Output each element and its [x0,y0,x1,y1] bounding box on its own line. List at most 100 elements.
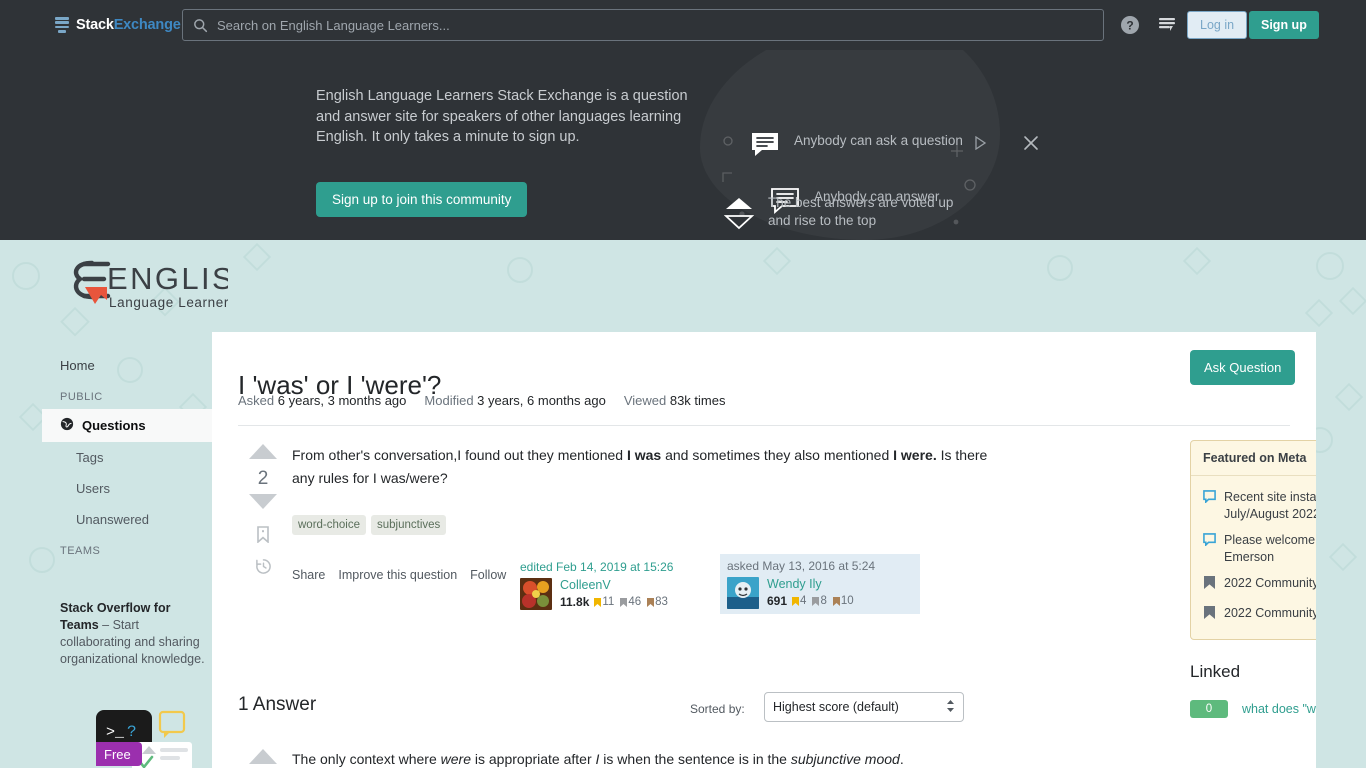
meta-list-item[interactable]: Recent site instability, major outages –… [1203,484,1316,527]
site-logo[interactable]: ENGLISH Language Learners [58,253,258,323]
meta-list-item[interactable]: 2022 Community Moderator Election Result… [1203,570,1316,600]
tag-subjunctives[interactable]: subjunctives [371,515,447,535]
silver-badge-icon [812,596,820,606]
asker-bronze-count: 10 [840,595,854,607]
meta-list-item[interactable]: 2022 Community Moderator Election [1203,600,1316,630]
sidebar-section-teams: TEAMS [60,545,101,557]
site-logo-sub: Language Learners [109,295,228,310]
help-icon[interactable]: ? [1118,13,1142,37]
featured-on-meta-box: Featured on Meta Recent site instability… [1190,440,1316,640]
answer-em3: subjunctive mood [790,751,900,767]
search-input[interactable] [215,11,1103,39]
header-divider [238,425,1290,426]
meta-list-item-label: Please welcome Valued Associate #1301 - … [1224,533,1316,564]
answer-part4: . [899,751,904,767]
search-bar[interactable] [182,9,1104,41]
question-body: From other's conversation,I found out th… [292,444,992,490]
asker-silver-count: 8 [820,595,827,607]
play-triangle-icon[interactable] [974,135,987,151]
editor-reputation: 11.8k 11 46 83 [560,595,672,609]
hero-description: English Language Learners Stack Exchange… [316,88,688,145]
sidebar-item-tags[interactable]: Tags [42,442,212,473]
corner-decoration [722,172,732,182]
stat-viewed-label: Viewed [623,393,667,408]
avatar[interactable] [727,577,759,609]
question-body-bold1: I was [626,447,662,463]
circle-decoration [723,136,733,146]
tag-word-choice[interactable]: word-choice [292,515,366,535]
featured-on-meta-heading: Featured on Meta [1191,441,1316,476]
editor-silver-count: 46 [628,596,642,608]
bg-decoration [1316,252,1344,280]
editor-info: ColleenV 11.8k 11 46 83 [560,578,672,609]
bg-decoration [1328,542,1358,572]
silver-badge-group: 8 [812,595,827,607]
asked-date: asked May 13, 2016 at 5:24 [727,559,876,573]
bg-decoration [1338,286,1366,316]
arrow-up-icon[interactable] [240,442,286,466]
sidebar-item-home[interactable]: Home [42,350,212,381]
meta-list-item-label: 2022 Community Moderator Election Result… [1224,576,1316,590]
linked-list-item[interactable]: 0 what does "were to" here mean? [1190,696,1316,722]
hero-feature-vote: The best answers are voted up and rise t… [723,194,974,235]
asker-row: Wendy Ily 691 4 8 10 [727,577,913,609]
sort-select[interactable]: Highest score (default) [764,692,964,722]
close-icon[interactable] [1022,134,1040,152]
hero-feature-ask-label: Anybody can ask a question [794,133,963,148]
signup-hero-banner: English Language Learners Stack Exchange… [0,50,1366,240]
stack-exchange-logo[interactable]: StackExchange [55,0,181,50]
gold-badge-group: 11 [594,596,614,608]
inbox-icon[interactable] [1155,13,1179,37]
follow-link[interactable]: Follow [470,568,506,582]
linked-title: what does "were to" here mean? [1242,702,1316,716]
ask-question-button[interactable]: Ask Question [1190,350,1296,385]
speech-bubble-icon [1203,490,1216,522]
question-vote-cell: 2 [240,442,286,580]
hero-signup-button[interactable]: Sign up to join this community [316,182,528,217]
svg-text:?: ? [127,723,137,741]
asker-gold-count: 4 [800,595,807,607]
editor-name[interactable]: ColleenV [560,578,672,593]
site-logo-main: ENGLISH [107,261,228,296]
sidebar-item-questions-label: Questions [82,418,146,433]
logo-exchange-text: Exchange [113,17,181,33]
editor-row: ColleenV 11.8k 11 46 83 [520,578,720,610]
linked-heading: Linked [1190,662,1241,681]
bronze-badge-icon [647,597,655,607]
arrow-up-icon[interactable] [240,747,286,768]
asker-name[interactable]: Wendy Ily [767,577,858,592]
improve-question-link[interactable]: Improve this question [338,568,457,582]
sidebar-item-users[interactable]: Users [42,473,212,504]
arrow-down-icon[interactable] [240,492,286,516]
linked-score: 0 [1190,700,1228,718]
history-clock-icon[interactable] [240,558,286,580]
search-icon [193,18,208,33]
stat-asked: Asked 6 years, 3 months ago [238,393,406,408]
signup-button[interactable]: Sign up [1249,11,1319,39]
logo-text: StackExchange [76,17,181,33]
sidebar-item-home-label: Home [60,358,95,373]
editor-bronze-count: 83 [655,596,668,608]
editor-gold-count: 11 [602,596,615,608]
answer-body: The only context where were is appropria… [292,748,1012,768]
share-link[interactable]: Share [292,568,325,582]
gold-badge-group: 4 [792,595,806,607]
vote-arrows-icon [723,196,755,235]
question-body-bold2: I were. [893,447,937,463]
featured-on-meta-list: Recent site instability, major outages –… [1191,476,1316,639]
bg-decoration [242,242,272,272]
asker-user-card: asked May 13, 2016 at 5:24 Wendy Ily 691 [720,554,920,614]
sidebar-item-unanswered[interactable]: Unanswered [42,504,212,535]
avatar[interactable] [520,578,552,610]
bronze-badge-group: 83 [647,596,668,608]
teams-promo-text[interactable]: Stack Overflow for Teams – Start collabo… [60,600,210,668]
sidebar-section-public: PUBLIC [60,391,103,403]
bookmark-icon[interactable] [240,526,286,548]
sidebar-item-unanswered-label: Unanswered [76,512,149,527]
meta-list-item[interactable]: Please welcome Valued Associate #1301 - … [1203,527,1316,570]
globe-icon [60,417,74,434]
sidebar-item-questions[interactable]: Questions [42,409,215,442]
editor-user-card: edited Feb 14, 2019 at 15:26 ColleenV 11… [520,560,720,610]
login-button[interactable]: Log in [1187,11,1248,39]
stat-modified: Modified 3 years, 6 months ago [424,393,605,408]
